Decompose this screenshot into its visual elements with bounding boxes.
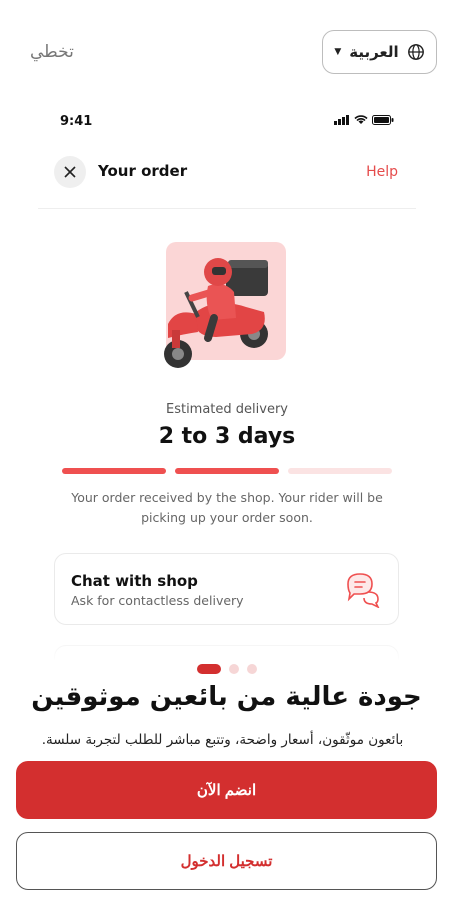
order-progress-bar [62,468,392,474]
status-icons [334,115,394,125]
phone-preview: 9:41 Your order Help Estimated delivery … [38,100,416,660]
onboarding-headline: جودة عالية من بائعين موثوقين [31,682,422,712]
estimated-delivery-value: 2 to 3 days [158,424,296,449]
chat-card-title: Chat with shop [71,572,198,590]
progress-segment [62,468,166,474]
top-bar: تخطي العربية ▼ [0,0,453,100]
header-divider [38,208,416,209]
status-time: 9:41 [60,114,93,129]
onboarding-subline: بائعون موثّقون، أسعار واضحة، وتتبع مباشر… [41,732,404,748]
caret-down-icon: ▼ [334,47,342,57]
progress-segment [288,468,392,474]
language-selector[interactable]: العربية ▼ [322,30,437,74]
page-dot-active[interactable] [196,664,221,674]
scooter-rider-icon [164,258,268,368]
delivery-rider-illustration [164,242,286,368]
chat-card-subtitle: Ask for contactless delivery [71,593,244,608]
join-now-button[interactable]: انضم الآن [16,761,437,819]
order-header: Your order Help [38,152,416,192]
language-label: العربية [349,43,399,61]
skip-button[interactable]: تخطي [30,42,74,62]
signal-icon [334,115,349,125]
wifi-icon [354,115,368,124]
chat-bubbles-icon [347,573,380,608]
page-indicator [0,664,453,674]
order-title: Your order [98,162,188,180]
login-button[interactable]: تسجيل الدخول [16,832,437,890]
progress-segment [175,468,279,474]
battery-icon [372,115,394,125]
order-status-message: Your order received by the shop. Your ri… [71,490,383,525]
page-dot[interactable] [246,664,257,674]
estimated-delivery-label: Estimated delivery [165,402,288,417]
close-icon [64,166,76,178]
help-link[interactable]: Help [366,164,398,180]
status-bar: 9:41 [38,112,416,132]
close-button[interactable] [54,156,86,188]
page-dot[interactable] [228,664,239,674]
chat-with-shop-card[interactable]: Chat with shop Ask for contactless deliv… [54,553,399,625]
globe-icon [407,44,424,60]
